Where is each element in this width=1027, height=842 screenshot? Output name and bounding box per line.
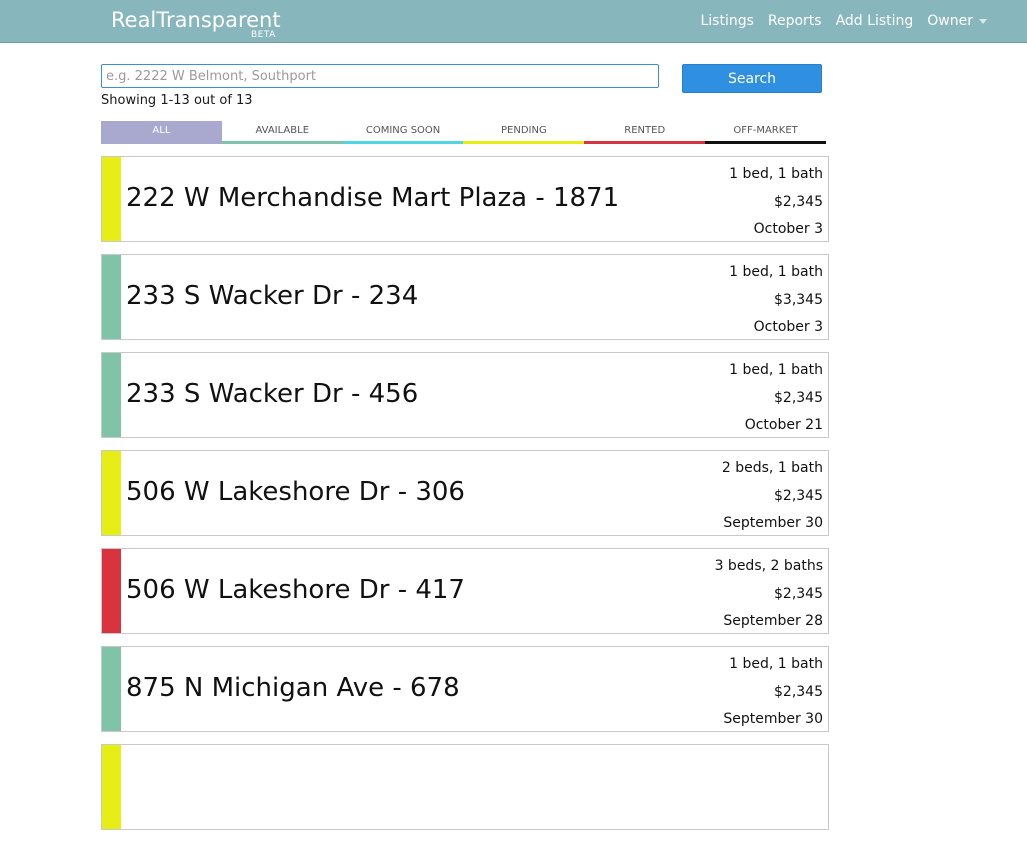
listing-beds-baths: 1 bed, 1 bath (729, 166, 823, 182)
listing-details: 1 bed, 1 bath $3,345 October 3 (729, 259, 823, 342)
status-color-bar (102, 157, 121, 241)
status-color-bar (102, 647, 121, 731)
status-color-bar (102, 353, 121, 437)
owner-dropdown-label: Owner (927, 13, 973, 29)
listing-date: October 3 (753, 319, 823, 335)
listing-address: 233 S Wacker Dr - 456 (126, 379, 419, 409)
listing-beds-baths: 1 bed, 1 bath (729, 264, 823, 280)
listing-beds-baths: 1 bed, 1 bath (729, 656, 823, 672)
listing-price: $2,345 (774, 193, 823, 210)
tab-rented[interactable]: RENTED (584, 121, 706, 144)
listing-address: 506 W Lakeshore Dr - 417 (126, 575, 465, 605)
listing-address: 222 W Merchandise Mart Plaza - 1871 (126, 183, 620, 213)
listing-price: $2,345 (774, 683, 823, 700)
listing-card[interactable] (101, 744, 829, 830)
status-filter-tabs: ALL AVAILABLE COMING SOON PENDING RENTED OFF-… (101, 121, 826, 144)
search-input[interactable] (101, 64, 659, 88)
beta-badge: BETA (251, 30, 276, 40)
listing-card[interactable]: 222 W Merchandise Mart Plaza - 1871 1 bed… (101, 156, 829, 242)
listing-card[interactable]: 875 N Michigan Ave - 678 1 bed, 1 bath $2,… (101, 646, 829, 732)
listing-beds-baths: 1 bed, 1 bath (729, 362, 823, 378)
tab-pending[interactable]: PENDING (463, 121, 585, 144)
listing-address: 875 N Michigan Ave - 678 (126, 673, 460, 703)
tab-all[interactable]: ALL (101, 121, 222, 144)
listing-date: September 28 (723, 613, 823, 629)
search-button[interactable]: Search (682, 64, 822, 93)
tab-off-market[interactable]: OFF-MARKET (705, 121, 826, 144)
caret-down-icon (979, 18, 987, 24)
status-color-bar (102, 549, 121, 633)
nav-add-listing-link[interactable]: Add Listing (836, 12, 914, 30)
tab-coming-soon[interactable]: COMING SOON (342, 121, 464, 144)
listing-card[interactable]: 506 W Lakeshore Dr - 417 3 beds, 2 baths $… (101, 548, 829, 634)
listing-details: 1 bed, 1 bath $2,345 October 3 (729, 161, 823, 244)
listing-details: 3 beds, 2 baths $2,345 September 28 (715, 553, 823, 636)
owner-dropdown[interactable]: Owner (927, 12, 987, 30)
results-count: Showing 1-13 out of 13 (101, 93, 253, 108)
listing-details: 1 bed, 1 bath $2,345 September 30 (723, 651, 823, 734)
nav-reports-link[interactable]: Reports (768, 12, 822, 30)
listing-address: 506 W Lakeshore Dr - 306 (126, 477, 465, 507)
main-nav: Listings Reports Add Listing Owner (700, 12, 987, 30)
listing-card[interactable]: 506 W Lakeshore Dr - 306 2 beds, 1 bath $2… (101, 450, 829, 536)
listing-beds-baths: 2 beds, 1 bath (721, 460, 823, 476)
tab-available[interactable]: AVAILABLE (221, 121, 343, 144)
listing-beds-baths: 3 beds, 2 baths (714, 558, 823, 574)
brand-logo[interactable]: RealTransparent (111, 8, 281, 32)
listing-card[interactable]: 233 S Wacker Dr - 456 1 bed, 1 bath $2,345… (101, 352, 829, 438)
listing-card[interactable]: 233 S Wacker Dr - 234 1 bed, 1 bath $3,345… (101, 254, 829, 340)
listing-price: $3,345 (774, 291, 823, 308)
listing-date: September 30 (723, 711, 823, 727)
listing-price: $2,345 (774, 585, 823, 602)
listing-list: 222 W Merchandise Mart Plaza - 1871 1 bed… (101, 156, 829, 842)
status-color-bar (102, 255, 121, 339)
listing-details: 1 bed, 1 bath $2,345 October 21 (729, 357, 823, 440)
top-navbar: RealTransparent BETA Listings Reports Ad… (0, 0, 1027, 43)
listing-details: 2 beds, 1 bath $2,345 September 30 (722, 455, 823, 538)
listing-price: $2,345 (774, 487, 823, 504)
listing-address: 233 S Wacker Dr - 234 (126, 281, 419, 311)
status-color-bar (102, 451, 121, 535)
listing-date: September 30 (723, 515, 823, 531)
listing-date: October 3 (753, 221, 823, 237)
nav-listings-link[interactable]: Listings (700, 12, 753, 30)
listing-price: $2,345 (774, 389, 823, 406)
status-color-bar (102, 745, 121, 829)
listing-date: October 21 (744, 417, 823, 433)
